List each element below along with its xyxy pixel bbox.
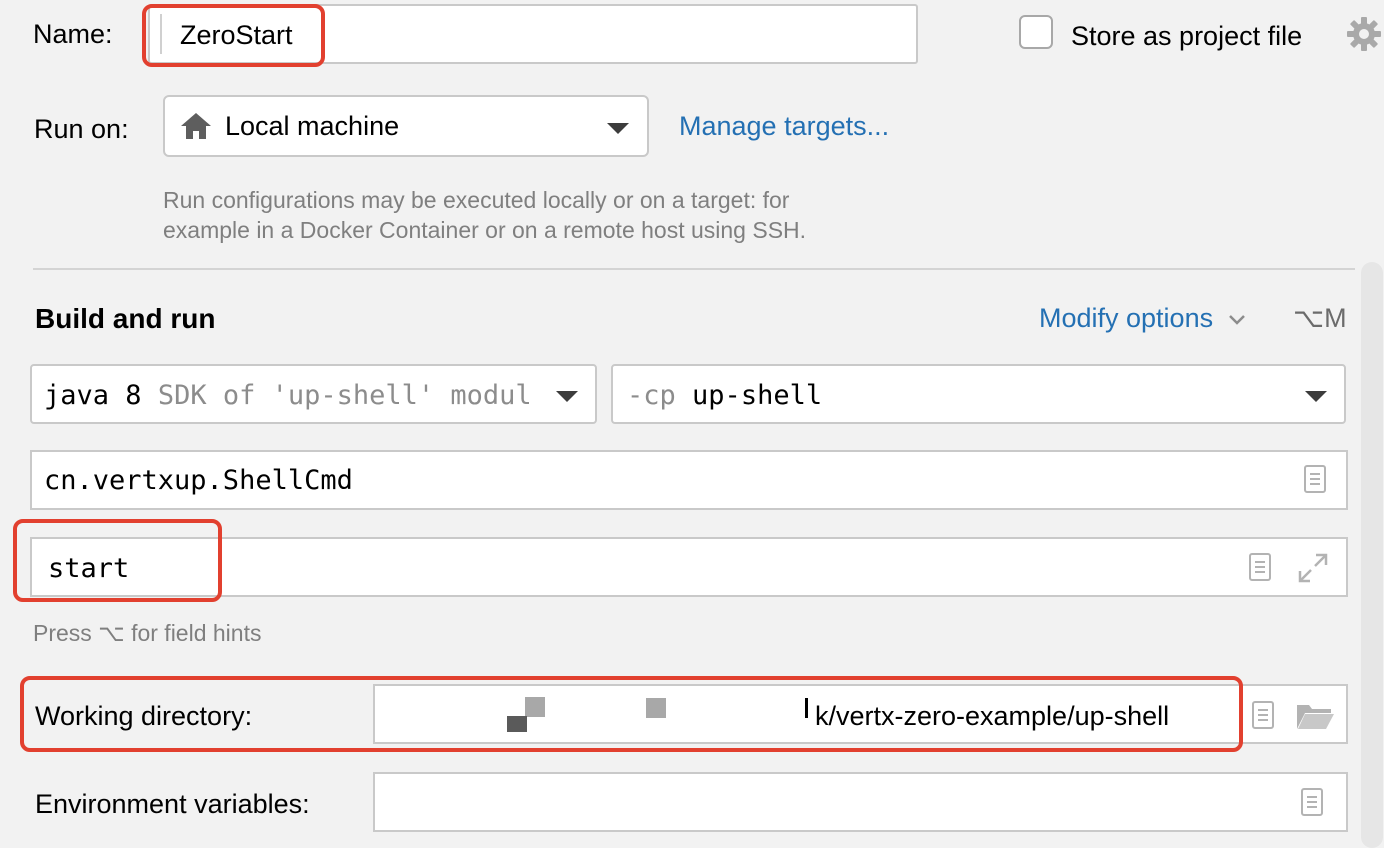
run-on-hint-2: example in a Docker Container or on a re…	[163, 217, 807, 243]
name-label: Name:	[33, 19, 113, 49]
field-hints-text: Press ⌥ for field hints	[33, 620, 262, 646]
store-label: Store as project file	[1071, 21, 1303, 51]
modify-options-shortcut: ⌥M	[1293, 303, 1347, 333]
modify-options-link[interactable]: Modify options	[1039, 305, 1247, 332]
chevron-down-icon	[607, 123, 629, 134]
scrollbar[interactable]	[1361, 262, 1383, 848]
store-checkbox[interactable]	[1019, 15, 1053, 49]
section-title: Build and run	[35, 303, 216, 334]
chevron-down-icon	[1228, 314, 1245, 325]
folder-icon[interactable]	[1295, 701, 1335, 731]
main-class-value: cn.vertxup.ShellCmd	[44, 465, 353, 496]
expand-icon[interactable]	[1296, 551, 1330, 585]
chevron-down-icon	[1305, 391, 1327, 402]
run-on-value: Local machine	[225, 111, 400, 141]
program-arguments-highlight	[13, 519, 222, 602]
environment-variables-input[interactable]	[373, 772, 1348, 832]
chevron-down-icon	[556, 391, 578, 402]
manage-targets-link[interactable]: Manage targets...	[679, 113, 889, 140]
run-on-label: Run on:	[34, 114, 129, 144]
modify-options-label: Modify options	[1039, 303, 1214, 333]
working-directory-highlight	[20, 676, 1243, 752]
main-class-input[interactable]: cn.vertxup.ShellCmd	[30, 450, 1348, 510]
classpath-value: -cp up-shell	[627, 380, 823, 411]
classpath-select[interactable]: -cp up-shell	[611, 364, 1346, 424]
document-icon[interactable]	[1252, 701, 1274, 729]
document-icon[interactable]	[1249, 553, 1271, 581]
name-highlight	[142, 4, 325, 67]
run-on-hint-1: Run configurations may be executed local…	[163, 187, 790, 213]
gear-icon[interactable]	[1344, 14, 1384, 54]
jdk-select[interactable]: java 8 SDK of 'up-shell' modul	[30, 364, 597, 424]
program-arguments-input[interactable]: start	[30, 537, 1348, 597]
home-icon	[181, 113, 211, 139]
document-icon[interactable]	[1301, 788, 1323, 816]
document-icon[interactable]	[1304, 465, 1326, 493]
environment-variables-label: Environment variables:	[35, 789, 310, 819]
jdk-value: java 8 SDK of 'up-shell' modul	[44, 380, 532, 411]
divider	[33, 268, 1355, 270]
run-on-select[interactable]: Local machine	[163, 95, 649, 157]
